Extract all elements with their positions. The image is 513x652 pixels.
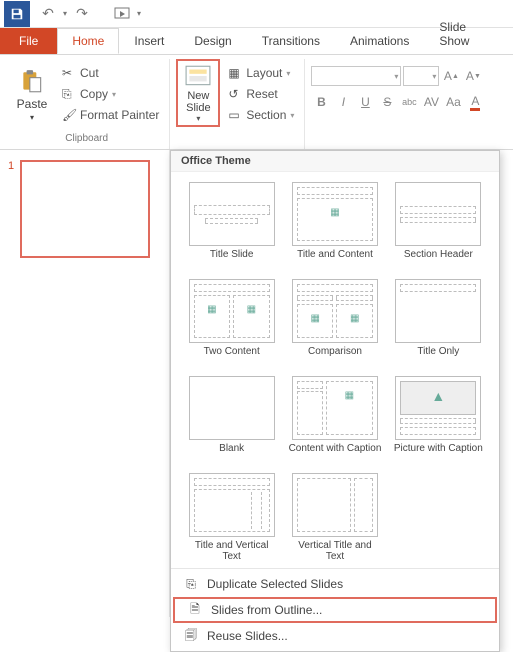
layout-title-only[interactable]: Title Only bbox=[392, 279, 485, 370]
underline-button[interactable]: U bbox=[355, 92, 375, 112]
layout-section[interactable]: Section Header bbox=[392, 182, 485, 273]
layout-caption: Comparison bbox=[308, 346, 362, 370]
tab-home[interactable]: Home bbox=[57, 28, 119, 54]
save-button[interactable] bbox=[4, 1, 30, 27]
cut-label: Cut bbox=[80, 66, 99, 80]
layout-blank[interactable]: Blank bbox=[185, 376, 278, 467]
slide-thumbnail[interactable] bbox=[20, 160, 150, 258]
menu-slides-from-outline[interactable]: 🗎 Slides from Outline... bbox=[173, 597, 497, 623]
layout-caption: Title Only bbox=[417, 346, 459, 370]
gallery-header: Office Theme bbox=[171, 151, 499, 172]
paste-label: Paste▾ bbox=[17, 98, 48, 124]
layout-caption: Blank bbox=[219, 443, 244, 467]
italic-button[interactable]: I bbox=[333, 92, 353, 112]
section-button[interactable]: ▭ Section ▾ bbox=[224, 105, 298, 125]
layout-two[interactable]: ▦▦Two Content bbox=[185, 279, 278, 370]
format-painter-label: Format Painter bbox=[80, 108, 159, 122]
font-size-select[interactable]: ▾ bbox=[403, 66, 439, 86]
reset-button[interactable]: ↺ Reset bbox=[224, 84, 298, 104]
slides-group-label bbox=[236, 131, 239, 147]
layout-caption: Content with Caption bbox=[289, 443, 382, 467]
tab-animations[interactable]: Animations bbox=[335, 28, 424, 54]
reset-icon: ↺ bbox=[228, 87, 242, 101]
layout-caption: Section Header bbox=[404, 249, 473, 273]
cut-icon: ✂ bbox=[62, 66, 76, 80]
outline-icon: 🗎 bbox=[187, 602, 203, 618]
slide-thumbnail-panel: 1 bbox=[0, 150, 170, 617]
slide-number: 1 bbox=[8, 160, 14, 258]
menu-reuse-label: Reuse Slides... bbox=[207, 629, 288, 643]
redo-button[interactable]: ↷ bbox=[70, 2, 94, 26]
start-slideshow-button[interactable] bbox=[110, 2, 134, 26]
menu-duplicate-slides[interactable]: ⎘ Duplicate Selected Slides bbox=[171, 571, 499, 597]
menu-outline-label: Slides from Outline... bbox=[211, 603, 322, 617]
section-label: Section bbox=[246, 108, 286, 122]
qat-customize-dropdown[interactable]: ▾ bbox=[134, 2, 144, 26]
new-slide-gallery: Office Theme Title Slide ▦Title and Conte… bbox=[170, 150, 500, 652]
layout-icon: ▦ bbox=[228, 66, 242, 80]
format-painter-icon: 🖌 bbox=[62, 108, 76, 122]
decrease-font-button[interactable]: A▼ bbox=[463, 66, 483, 86]
copy-icon: ⎘ bbox=[62, 87, 76, 101]
ribbon-tabs: File Home Insert Design Transitions Anim… bbox=[0, 28, 513, 54]
new-slide-label: New Slide bbox=[186, 90, 210, 114]
menu-reuse-slides[interactable]: 🗐 Reuse Slides... bbox=[171, 623, 499, 649]
text-shadow-button[interactable]: abc bbox=[399, 92, 419, 112]
increase-font-button[interactable]: A▲ bbox=[441, 66, 461, 86]
layout-label: Layout bbox=[246, 66, 282, 80]
clipboard-group-label: Clipboard bbox=[65, 131, 108, 147]
layout-title-content[interactable]: ▦Title and Content bbox=[288, 182, 381, 273]
section-icon: ▭ bbox=[228, 108, 242, 122]
tab-file[interactable]: File bbox=[0, 28, 57, 54]
reset-label: Reset bbox=[246, 87, 277, 101]
group-font: ▾ ▾ A▲ A▼ B I U S abc AV Aa A bbox=[305, 59, 491, 149]
paste-button[interactable]: Paste▾ bbox=[10, 59, 54, 127]
undo-button[interactable]: ↶ bbox=[36, 2, 60, 26]
layout-caption: Title Slide bbox=[210, 249, 254, 273]
layout-caption: Two Content bbox=[204, 346, 260, 370]
layout-caption: Picture with Caption bbox=[394, 443, 483, 467]
tab-insert[interactable]: Insert bbox=[119, 28, 179, 54]
font-color-button[interactable]: A bbox=[465, 92, 485, 112]
group-clipboard: Paste▾ ✂ Cut ⎘ Copy ▾ 🖌 Format Painter C… bbox=[4, 59, 170, 149]
paste-icon bbox=[18, 68, 46, 96]
tab-slideshow[interactable]: Slide Show bbox=[424, 14, 513, 54]
menu-duplicate-label: Duplicate Selected Slides bbox=[207, 577, 343, 591]
char-spacing-button[interactable]: AV bbox=[421, 92, 441, 112]
gallery-grid: Title Slide ▦Title and Content Section Hea… bbox=[171, 172, 499, 568]
reuse-icon: 🗐 bbox=[183, 628, 199, 644]
tab-transitions[interactable]: Transitions bbox=[247, 28, 335, 54]
ribbon: Paste▾ ✂ Cut ⎘ Copy ▾ 🖌 Format Painter C… bbox=[0, 54, 513, 150]
change-case-button[interactable]: Aa bbox=[443, 92, 463, 112]
font-family-select[interactable]: ▾ bbox=[311, 66, 401, 86]
strikethrough-button[interactable]: S bbox=[377, 92, 397, 112]
layout-caption: Title and Vertical Text bbox=[185, 540, 278, 564]
layout-title[interactable]: Title Slide bbox=[185, 182, 278, 273]
copy-label: Copy bbox=[80, 87, 108, 101]
undo-dropdown[interactable]: ▾ bbox=[60, 2, 70, 26]
layout-content-cap[interactable]: ▦Content with Caption bbox=[288, 376, 381, 467]
layout-compare[interactable]: ▦▦Comparison bbox=[288, 279, 381, 370]
new-slide-icon bbox=[184, 63, 212, 88]
bold-button[interactable]: B bbox=[311, 92, 331, 112]
layout-pic-cap[interactable]: ▲Picture with Caption bbox=[392, 376, 485, 467]
new-slide-button[interactable]: New Slide ▾ bbox=[176, 59, 220, 127]
layout-button[interactable]: ▦ Layout ▾ bbox=[224, 63, 298, 83]
cut-button[interactable]: ✂ Cut bbox=[58, 63, 163, 83]
duplicate-icon: ⎘ bbox=[183, 576, 199, 592]
format-painter-button[interactable]: 🖌 Format Painter bbox=[58, 105, 163, 125]
tab-design[interactable]: Design bbox=[179, 28, 246, 54]
layout-caption: Vertical Title and Text bbox=[288, 540, 381, 564]
gallery-menu: ⎘ Duplicate Selected Slides 🗎 Slides fro… bbox=[171, 568, 499, 651]
layout-vert-title[interactable]: Vertical Title and Text bbox=[288, 473, 381, 564]
layout-title-vert[interactable]: Title and Vertical Text bbox=[185, 473, 278, 564]
copy-button[interactable]: ⎘ Copy ▾ bbox=[58, 84, 163, 104]
layout-caption: Title and Content bbox=[297, 249, 373, 273]
group-slides: New Slide ▾ ▦ Layout ▾ ↺ Reset ▭ Section… bbox=[170, 59, 305, 149]
